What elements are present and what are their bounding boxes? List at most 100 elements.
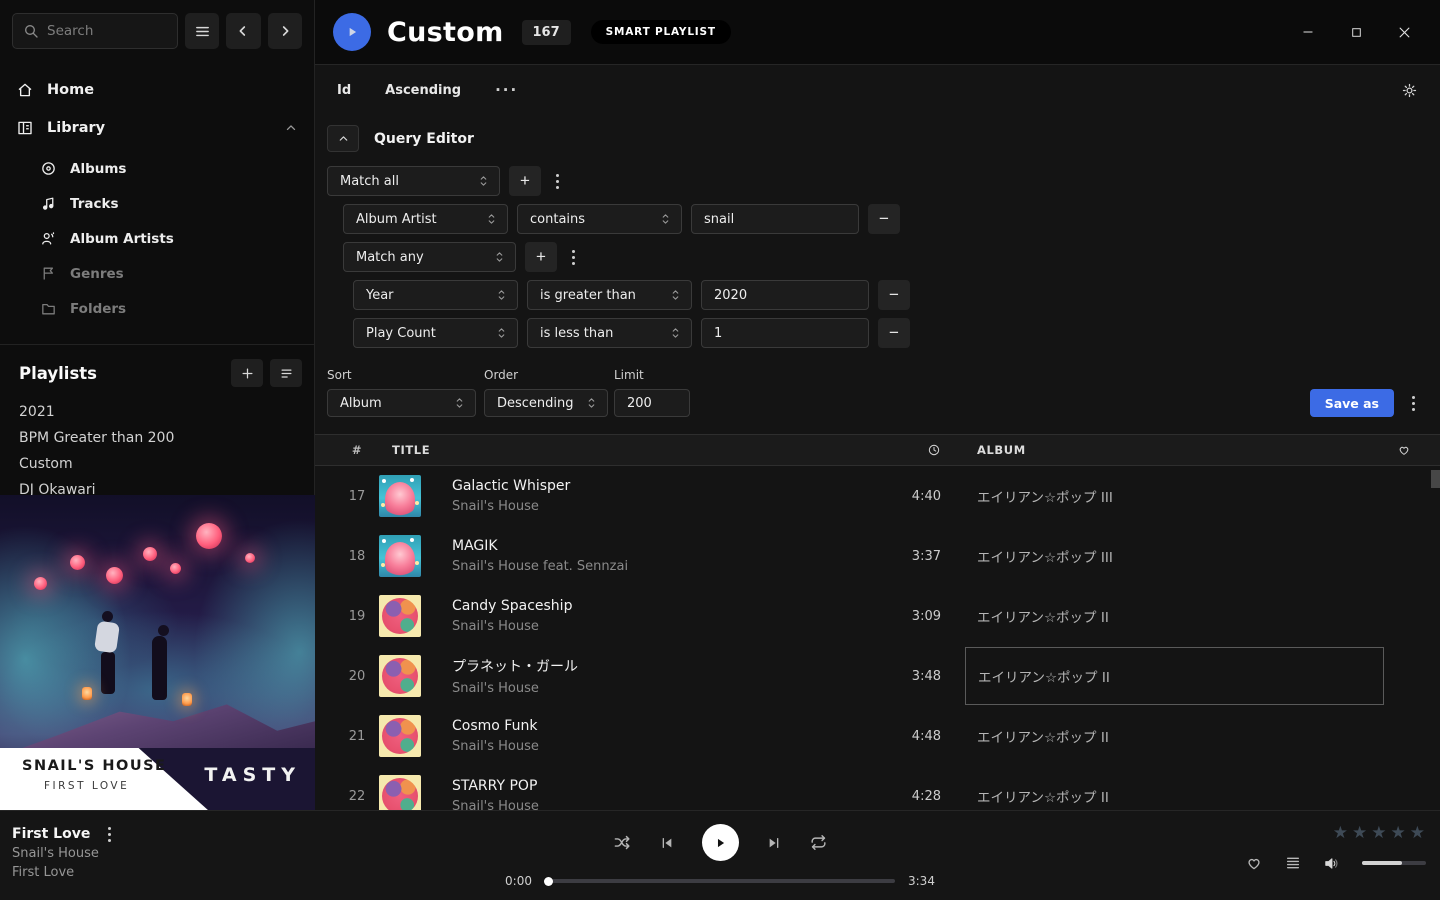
rule-operator-select[interactable]: is less than [527, 318, 692, 348]
star-icon[interactable]: ★ [1391, 823, 1407, 843]
track-album[interactable]: エイリアン☆ポップ II [965, 586, 1384, 646]
rule-field-select[interactable]: Play Count [353, 318, 518, 348]
table-row[interactable]: 19 Candy Spaceship Snail's House 3:09 エイ… [315, 586, 1440, 646]
rule-value-input[interactable] [701, 280, 869, 310]
sidebar-item-album-artists[interactable]: Album Artists [0, 221, 314, 256]
playlist-list-button[interactable] [270, 359, 302, 387]
sidebar-item-home[interactable]: Home [0, 71, 314, 109]
table-row[interactable]: 20 プラネット・ガール Snail's House 3:48 エイリアン☆ポッ… [315, 646, 1440, 706]
volume-icon[interactable] [1323, 855, 1340, 872]
scrollbar-thumb[interactable] [1431, 470, 1440, 488]
chevron-up-icon[interactable] [284, 121, 298, 135]
star-icon[interactable]: ★ [1352, 823, 1368, 843]
star-icon[interactable]: ★ [1333, 823, 1349, 843]
minimize-button[interactable] [1298, 22, 1318, 42]
rule-field-select[interactable]: Album Artist [343, 204, 508, 234]
table-row[interactable]: 21 Cosmo Funk Snail's House 4:48 エイリアン☆ポ… [315, 706, 1440, 766]
order-select[interactable]: Descending [484, 389, 608, 417]
now-playing-artist[interactable]: Snail's House [12, 846, 490, 861]
add-rule-button[interactable]: + [525, 242, 557, 272]
track-title[interactable]: STARRY POP [452, 778, 861, 794]
playlist-item[interactable]: Custom [19, 451, 302, 477]
match-type-select[interactable]: Match any [343, 242, 516, 272]
track-art-thumbnail[interactable] [379, 595, 421, 637]
remove-rule-button[interactable]: − [878, 318, 910, 348]
duration-clock-icon[interactable] [927, 443, 941, 457]
rule-field-select[interactable]: Year [353, 280, 518, 310]
nav-back-button[interactable] [226, 13, 260, 49]
track-artist[interactable]: Snail's House [452, 499, 861, 514]
sidebar-item-library[interactable]: Library [0, 109, 314, 147]
shuffle-button[interactable] [613, 833, 632, 852]
track-art-thumbnail[interactable] [379, 655, 421, 697]
column-album[interactable]: ALBUM [965, 443, 1384, 457]
sidebar-item-folders[interactable]: Folders [0, 291, 314, 326]
track-title[interactable]: プラネット・ガール [452, 656, 861, 676]
table-row[interactable]: 18 MAGIK Snail's House feat. Sennzai 3:3… [315, 526, 1440, 586]
column-title[interactable]: TITLE [379, 443, 861, 457]
repeat-button[interactable] [809, 833, 828, 852]
track-art-thumbnail[interactable] [379, 715, 421, 757]
table-row[interactable]: 17 Galactic Whisper Snail's House 4:40 エ… [315, 466, 1440, 526]
now-playing-menu-button[interactable] [102, 826, 116, 842]
sidebar-item-albums[interactable]: Albums [0, 151, 314, 186]
play-playlist-button[interactable] [333, 13, 371, 51]
playlist-item[interactable]: BPM Greater than 200 [19, 425, 302, 451]
rule-value-input[interactable] [701, 318, 869, 348]
sidebar-item-tracks[interactable]: Tracks [0, 186, 314, 221]
track-album[interactable]: エイリアン☆ポップ II [965, 766, 1384, 810]
favorite-heart-button[interactable] [1245, 854, 1263, 872]
track-album[interactable]: エイリアン☆ポップ III [965, 526, 1384, 586]
playlist-item[interactable]: 2021 [19, 399, 302, 425]
rule-value-input[interactable] [691, 204, 859, 234]
settings-gear-icon[interactable] [1401, 82, 1418, 99]
search-input[interactable] [12, 13, 178, 49]
track-album[interactable]: エイリアン☆ポップ II [965, 706, 1384, 766]
remove-rule-button[interactable]: − [868, 204, 900, 234]
rating-stars[interactable]: ★★★★★ [1333, 823, 1426, 843]
sort-field-button[interactable]: Id [337, 83, 351, 98]
maximize-button[interactable] [1346, 22, 1366, 42]
group-menu-button[interactable] [550, 166, 564, 196]
track-title[interactable]: Cosmo Funk [452, 718, 861, 734]
track-art-thumbnail[interactable] [379, 775, 421, 810]
add-rule-button[interactable]: + [509, 166, 541, 196]
track-artist[interactable]: Snail's House [452, 739, 861, 754]
track-art-thumbnail[interactable] [379, 535, 421, 577]
group-menu-button[interactable] [566, 242, 580, 272]
track-title[interactable]: MAGIK [452, 538, 861, 554]
save-menu-button[interactable] [1406, 388, 1420, 418]
search-field[interactable] [47, 23, 167, 39]
seek-knob[interactable] [544, 877, 553, 886]
column-index[interactable]: # [335, 443, 379, 457]
track-artist[interactable]: Snail's House [452, 681, 861, 696]
nav-forward-button[interactable] [268, 13, 302, 49]
create-playlist-button[interactable] [231, 359, 263, 387]
more-options-button[interactable]: ··· [495, 81, 518, 99]
seek-bar[interactable] [545, 879, 895, 883]
track-artist[interactable]: Snail's House [452, 799, 861, 810]
previous-track-button[interactable] [659, 835, 675, 851]
track-art-thumbnail[interactable] [379, 475, 421, 517]
track-artist[interactable]: Snail's House feat. Sennzai [452, 559, 861, 574]
sort-direction-button[interactable]: Ascending [385, 83, 461, 98]
close-button[interactable] [1394, 22, 1414, 42]
limit-input[interactable] [614, 389, 690, 417]
sort-select[interactable]: Album [327, 389, 476, 417]
favorite-column-icon[interactable] [1397, 443, 1411, 457]
menu-button[interactable] [185, 13, 219, 49]
volume-slider[interactable] [1362, 861, 1426, 865]
now-playing-album[interactable]: First Love [12, 865, 490, 880]
rule-operator-select[interactable]: contains [517, 204, 682, 234]
star-icon[interactable]: ★ [1410, 823, 1426, 843]
rule-operator-select[interactable]: is greater than [527, 280, 692, 310]
sidebar-item-genres[interactable]: Genres [0, 256, 314, 291]
table-row[interactable]: 22 STARRY POP Snail's House 4:28 エイリアン☆ポ… [315, 766, 1440, 810]
track-title[interactable]: Galactic Whisper [452, 478, 861, 494]
remove-rule-button[interactable]: − [878, 280, 910, 310]
star-icon[interactable]: ★ [1371, 823, 1387, 843]
track-album[interactable]: エイリアン☆ポップ III [965, 466, 1384, 526]
next-track-button[interactable] [766, 835, 782, 851]
now-playing-title[interactable]: First Love [12, 826, 90, 842]
track-album-focused-cell[interactable]: エイリアン☆ポップ II [965, 647, 1384, 705]
